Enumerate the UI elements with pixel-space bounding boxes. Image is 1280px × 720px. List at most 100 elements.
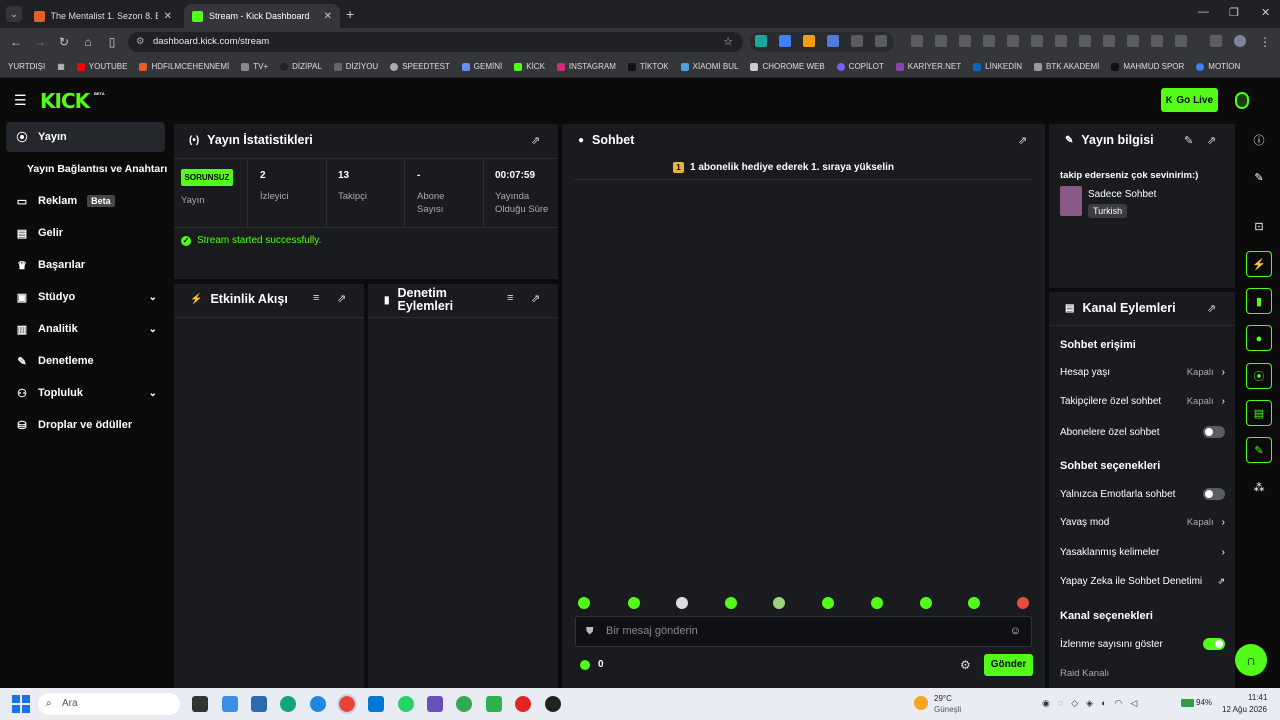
- cast-icon[interactable]: [1079, 35, 1091, 47]
- sidebar-item-droplar[interactable]: ⛁ Droplar ve ödüller: [6, 410, 165, 440]
- address-bar[interactable]: ⚙ dashboard.kick.com/stream ☆: [128, 32, 743, 52]
- puzzle-icon[interactable]: [875, 35, 887, 47]
- windows-start-icon[interactable]: [12, 695, 30, 713]
- category-thumbnail[interactable]: [1060, 186, 1082, 216]
- chrome-icon[interactable]: [456, 696, 472, 712]
- bookmark-item[interactable]: SPEEDTEST: [390, 62, 450, 71]
- tab-search-icon[interactable]: ⌄: [6, 6, 22, 22]
- sidebar-item-reklam[interactable]: ▭ Reklam Beta: [6, 186, 165, 216]
- link-icon[interactable]: [1103, 35, 1115, 47]
- sidebar-item-basarilar[interactable]: ♛ Başarılar: [6, 250, 165, 280]
- tray-icon[interactable]: ◌: [1058, 698, 1063, 708]
- forward-icon[interactable]: →: [32, 34, 48, 50]
- bookmark-star-icon[interactable]: ☆: [723, 32, 733, 52]
- popout-icon[interactable]: ⇗: [531, 292, 540, 305]
- taskbar-app-icon[interactable]: [368, 696, 384, 712]
- edge-icon[interactable]: [310, 696, 326, 712]
- info-icon[interactable]: ⓘ: [1246, 128, 1272, 154]
- sidebar-item-yayin[interactable]: ⦿ Yayın: [6, 122, 165, 152]
- zoom-icon[interactable]: [1055, 35, 1067, 47]
- reload-icon[interactable]: ↻: [56, 34, 72, 50]
- extension-icon[interactable]: [827, 35, 839, 47]
- broadcast-icon[interactable]: ⦿: [1246, 363, 1272, 389]
- chat-bubble-icon[interactable]: ●: [1246, 325, 1272, 351]
- window-close-icon[interactable]: ✕: [1261, 6, 1270, 19]
- popout-icon[interactable]: ⇗: [337, 292, 346, 305]
- document-icon[interactable]: ▮: [1246, 288, 1272, 314]
- filter-icon[interactable]: ≡: [507, 292, 513, 304]
- emote-icon[interactable]: [725, 597, 737, 609]
- popout-icon[interactable]: ⇗: [1207, 302, 1216, 315]
- emote-icon[interactable]: [578, 597, 590, 609]
- tray-icon[interactable]: ◐: [1101, 698, 1106, 708]
- edit-pencil-icon[interactable]: ✎: [1184, 134, 1193, 147]
- user-avatar[interactable]: [1235, 92, 1249, 109]
- support-headset-icon[interactable]: ∩: [1235, 644, 1267, 676]
- lightning-icon[interactable]: ⚡: [1246, 251, 1272, 277]
- emote-only-toggle[interactable]: [1203, 488, 1225, 500]
- category-name[interactable]: Sadece Sohbet: [1088, 189, 1156, 200]
- emote-icon[interactable]: [871, 597, 883, 609]
- filter-icon[interactable]: ≡: [313, 292, 319, 304]
- go-live-button[interactable]: K Go Live: [1161, 88, 1218, 112]
- apps-grid-icon[interactable]: ▦: [57, 62, 65, 71]
- close-icon[interactable]: ✕: [324, 11, 332, 22]
- show-viewcount-toggle[interactable]: [1203, 638, 1225, 650]
- bookmark-item[interactable]: INSTAGRAM: [556, 62, 616, 71]
- taskbar-app-icon[interactable]: [222, 696, 238, 712]
- bookmark-item[interactable]: KİCK: [514, 62, 545, 71]
- extension-icon[interactable]: [803, 35, 815, 47]
- restore-icon[interactable]: ❐: [1229, 6, 1239, 19]
- sidebar-item-gelir[interactable]: ▤ Gelir: [6, 218, 165, 248]
- extension-icon[interactable]: [779, 35, 791, 47]
- translate-icon[interactable]: [1151, 35, 1163, 47]
- bookmark-item[interactable]: COPİLOT: [836, 62, 884, 71]
- reading-list-icon[interactable]: [1210, 35, 1222, 47]
- toolbar-icon[interactable]: [911, 35, 923, 47]
- extension-icon[interactable]: [755, 35, 767, 47]
- screenshot-icon[interactable]: ⊡: [1246, 214, 1272, 240]
- bookmark-item[interactable]: GEMİNİ: [461, 62, 502, 71]
- weather-temp[interactable]: 29°C: [934, 694, 952, 703]
- gift-banner[interactable]: 1 1 abonelik hediye ederek 1. sıraya yük…: [673, 162, 894, 173]
- server-icon[interactable]: ▤: [1246, 400, 1272, 426]
- subs-only-toggle[interactable]: [1203, 426, 1225, 438]
- bookmark-item[interactable]: CHOROME WEB: [750, 62, 825, 71]
- taskbar-search[interactable]: ⌕ Ara: [38, 693, 180, 715]
- taskbar-app-icon[interactable]: [486, 696, 502, 712]
- card-icon[interactable]: [959, 35, 971, 47]
- edit-pencil-icon[interactable]: ✎: [1246, 165, 1272, 191]
- print-icon[interactable]: [1127, 35, 1139, 47]
- popout-icon[interactable]: ⇗: [531, 134, 540, 147]
- clock-date[interactable]: 12 Ağu 2026: [1222, 705, 1267, 714]
- emote-icon[interactable]: [676, 597, 688, 609]
- bookmark-item[interactable]: KARİYER.NET: [895, 62, 961, 71]
- key-icon[interactable]: [935, 35, 947, 47]
- hamburger-menu-icon[interactable]: ☰: [14, 92, 27, 109]
- battery-icon[interactable]: [1181, 699, 1194, 707]
- sidebar-item-denetleme[interactable]: ✎ Denetleme: [6, 346, 165, 376]
- banned-words-row[interactable]: Yasaklanmış kelimeler ›: [1060, 547, 1225, 558]
- bookmark-item[interactable]: MOTİON: [1196, 62, 1240, 71]
- popout-icon[interactable]: ⇗: [1018, 134, 1027, 147]
- sidebar-item-topluluk[interactable]: ⚇ Topluluk ⌄: [6, 378, 165, 408]
- chrome-icon[interactable]: [337, 694, 357, 714]
- close-icon[interactable]: ✕: [164, 11, 172, 22]
- bookmark-item[interactable]: DİZİPAL: [280, 62, 322, 71]
- taskbar-app-icon[interactable]: [427, 696, 443, 712]
- task-view-icon[interactable]: [192, 696, 208, 712]
- edge-icon[interactable]: [280, 696, 296, 712]
- history-icon[interactable]: [983, 35, 995, 47]
- browser-tab-active[interactable]: Stream - Kick Dashboard ✕: [184, 4, 340, 28]
- bookmark-item[interactable]: YURTDIŞI: [8, 62, 45, 71]
- popout-icon[interactable]: ⇗: [1207, 134, 1216, 147]
- emote-icon[interactable]: [1017, 597, 1029, 609]
- add-widget-icon[interactable]: ⁂: [1246, 475, 1272, 501]
- bookmark-item[interactable]: MAHMUD SPOR: [1111, 62, 1184, 71]
- emote-icon[interactable]: [968, 597, 980, 609]
- extension-icon[interactable]: [851, 35, 863, 47]
- wrench-icon[interactable]: ✎: [1246, 437, 1272, 463]
- kick-logo[interactable]: KICK: [40, 89, 90, 113]
- account-age-row[interactable]: Hesap yaşı Kapalı ›: [1060, 367, 1225, 378]
- raid-channel-row[interactable]: Raid Kanalı: [1060, 668, 1225, 679]
